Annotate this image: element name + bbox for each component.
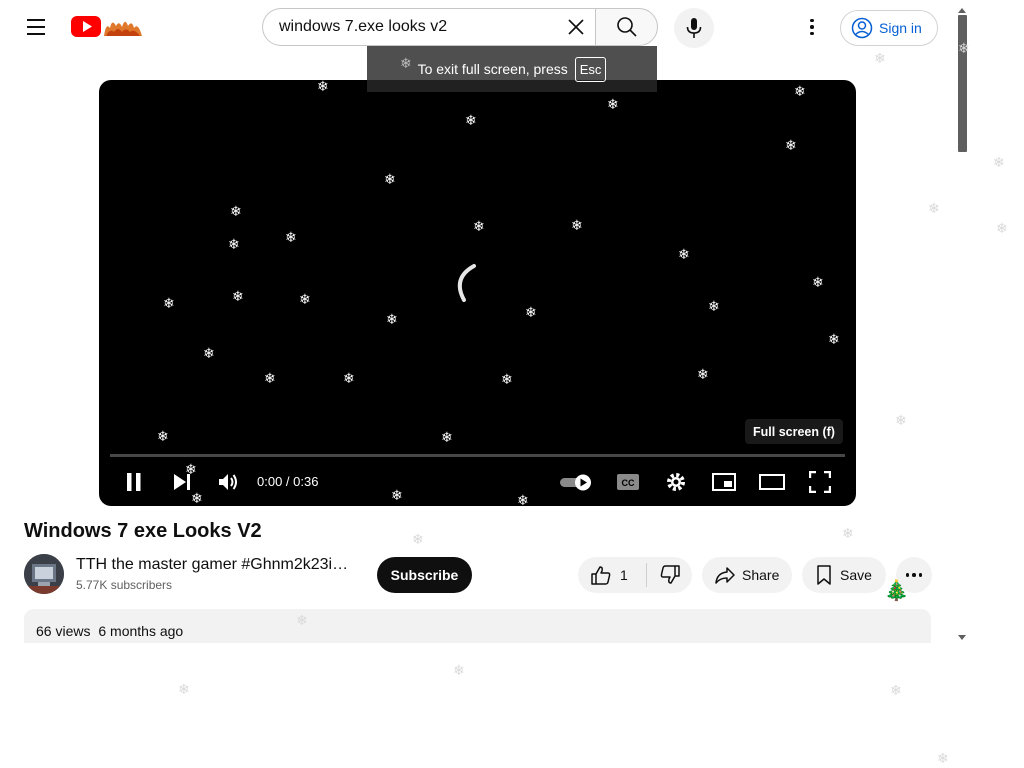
voice-search-button[interactable] bbox=[674, 8, 714, 48]
account-icon bbox=[851, 17, 873, 39]
like-button[interactable]: 1 bbox=[578, 557, 646, 593]
snowflake-icon: ❄ bbox=[157, 429, 169, 445]
channel-avatar[interactable] bbox=[24, 554, 64, 594]
svg-text:CC: CC bbox=[622, 478, 635, 488]
snowflake-icon: ❄ bbox=[232, 289, 244, 305]
bookmark-icon bbox=[817, 565, 831, 585]
snowflake-icon: ❄ bbox=[299, 292, 311, 308]
snowflake-icon: ❄ bbox=[517, 493, 529, 506]
youtube-logo[interactable] bbox=[70, 14, 150, 40]
christmas-tree-cursor-icon: 🎄 bbox=[884, 578, 909, 602]
pause-icon[interactable] bbox=[121, 470, 147, 494]
snowflake-icon: ❄ bbox=[828, 332, 840, 348]
progress-bar[interactable] bbox=[110, 454, 845, 457]
scroll-up-arrow-icon[interactable] bbox=[957, 3, 967, 13]
sign-in-button[interactable]: Sign in bbox=[840, 10, 938, 46]
snowflake-icon: ❄ bbox=[996, 221, 1008, 237]
snowflake-icon: ❄ bbox=[384, 172, 396, 188]
snowflake-icon: ❄ bbox=[812, 275, 824, 291]
sign-in-label: Sign in bbox=[879, 20, 922, 36]
esc-key-badge: Esc bbox=[574, 56, 607, 82]
dislike-button[interactable] bbox=[647, 557, 692, 593]
snowflake-icon: ❄ bbox=[230, 204, 242, 220]
snowflake-icon: ❄ bbox=[937, 751, 949, 767]
save-label: Save bbox=[840, 567, 872, 583]
settings-more-icon[interactable] bbox=[799, 13, 825, 41]
save-button[interactable]: Save bbox=[802, 557, 886, 593]
snowflake-icon: ❄ bbox=[412, 532, 424, 548]
snowflake-icon: ❄ bbox=[264, 371, 276, 387]
snowflake-icon: ❄ bbox=[473, 219, 485, 235]
snowflake-icon: ❄ bbox=[453, 663, 465, 679]
snowflake-icon: ❄ bbox=[607, 97, 619, 113]
share-label: Share bbox=[742, 567, 780, 583]
scroll-down-arrow-icon[interactable] bbox=[957, 629, 967, 640]
snowflake-icon: ❄ bbox=[178, 682, 190, 698]
microphone-icon bbox=[686, 18, 702, 38]
fullscreen-exit-icon[interactable] bbox=[807, 470, 833, 494]
autoplay-toggle[interactable] bbox=[559, 470, 595, 494]
snowflake-icon: ❄ bbox=[203, 346, 215, 362]
snowflake-icon: ❄ bbox=[400, 56, 412, 72]
share-icon bbox=[715, 567, 735, 584]
snowflake-icon: ❄ bbox=[317, 80, 329, 95]
snowflake-icon: ❄ bbox=[571, 218, 583, 234]
search-button[interactable] bbox=[595, 8, 658, 46]
snowflake-icon: ❄ bbox=[785, 138, 797, 154]
search-box bbox=[262, 8, 596, 46]
video-title: Windows 7 exe Looks V2 bbox=[24, 520, 262, 542]
snowflake-icon: ❄ bbox=[228, 237, 240, 253]
snowflake-icon: ❄ bbox=[441, 430, 453, 446]
snowflake-icon: ❄ bbox=[842, 526, 854, 542]
miniplayer-icon[interactable] bbox=[711, 470, 737, 494]
menu-icon[interactable] bbox=[20, 11, 52, 43]
subscribe-button[interactable]: Subscribe bbox=[377, 557, 472, 593]
thumbs-down-icon bbox=[660, 565, 680, 584]
scrollbar-thumb[interactable] bbox=[958, 15, 967, 152]
view-count: 66 views bbox=[36, 623, 91, 639]
snowflake-icon: ❄ bbox=[895, 413, 907, 429]
snowflake-icon: ❄ bbox=[794, 84, 806, 100]
snowflake-icon: ❄ bbox=[501, 372, 513, 388]
thumbs-up-icon bbox=[591, 566, 611, 585]
like-count: 1 bbox=[620, 567, 628, 583]
snowflake-icon: ❄ bbox=[285, 230, 297, 246]
theater-mode-icon[interactable] bbox=[757, 470, 787, 494]
snowflake-icon: ❄ bbox=[525, 305, 537, 321]
captions-icon[interactable]: CC bbox=[615, 470, 641, 494]
snowflake-icon: ❄ bbox=[391, 488, 403, 504]
clear-search-icon[interactable] bbox=[564, 15, 588, 39]
time-display: 0:00 / 0:36 bbox=[257, 474, 319, 489]
snowflake-icon: ❄ bbox=[697, 367, 709, 383]
snowflake-icon: ❄ bbox=[191, 491, 203, 506]
toast-text: To exit full screen, press bbox=[417, 61, 568, 77]
snowflake-icon: ❄ bbox=[386, 312, 398, 328]
fullscreen-tooltip: Full screen (f) bbox=[745, 419, 843, 444]
snowflake-icon: ❄ bbox=[465, 113, 477, 129]
snowflake-icon: ❄ bbox=[296, 613, 308, 629]
snowflake-icon: ❄ bbox=[343, 371, 355, 387]
snowflake-icon: ❄ bbox=[708, 299, 720, 315]
loading-spinner bbox=[457, 264, 476, 302]
upload-age: 6 months ago bbox=[98, 623, 184, 639]
snowflake-icon: ❄ bbox=[678, 247, 690, 263]
search-icon bbox=[616, 17, 637, 37]
snowflake-icon: ❄ bbox=[890, 683, 902, 699]
search-input[interactable] bbox=[279, 18, 564, 36]
share-button[interactable]: Share bbox=[702, 557, 792, 593]
snowflake-icon: ❄ bbox=[928, 201, 940, 217]
snowflake-icon: ❄ bbox=[163, 296, 175, 312]
snowflake-icon: ❄ bbox=[874, 51, 886, 67]
description-box[interactable]: 66 views 6 months ago bbox=[24, 609, 931, 643]
video-player[interactable]: Full screen (f) 0:00 / 0:36 CC ❄ ❄ ❄ ❄ ❄… bbox=[99, 80, 856, 506]
channel-name[interactable]: TTH the master gamer #Ghnm2k23i… bbox=[76, 556, 352, 574]
like-dislike-group: 1 bbox=[578, 557, 692, 593]
snowflake-icon: ❄ bbox=[958, 41, 970, 57]
subscriber-count: 5.77K subscribers bbox=[76, 578, 173, 592]
volume-icon[interactable] bbox=[215, 470, 241, 494]
snowflake-icon: ❄ bbox=[185, 462, 197, 478]
settings-gear-icon[interactable] bbox=[663, 470, 689, 494]
snowflake-icon: ❄ bbox=[993, 155, 1005, 171]
